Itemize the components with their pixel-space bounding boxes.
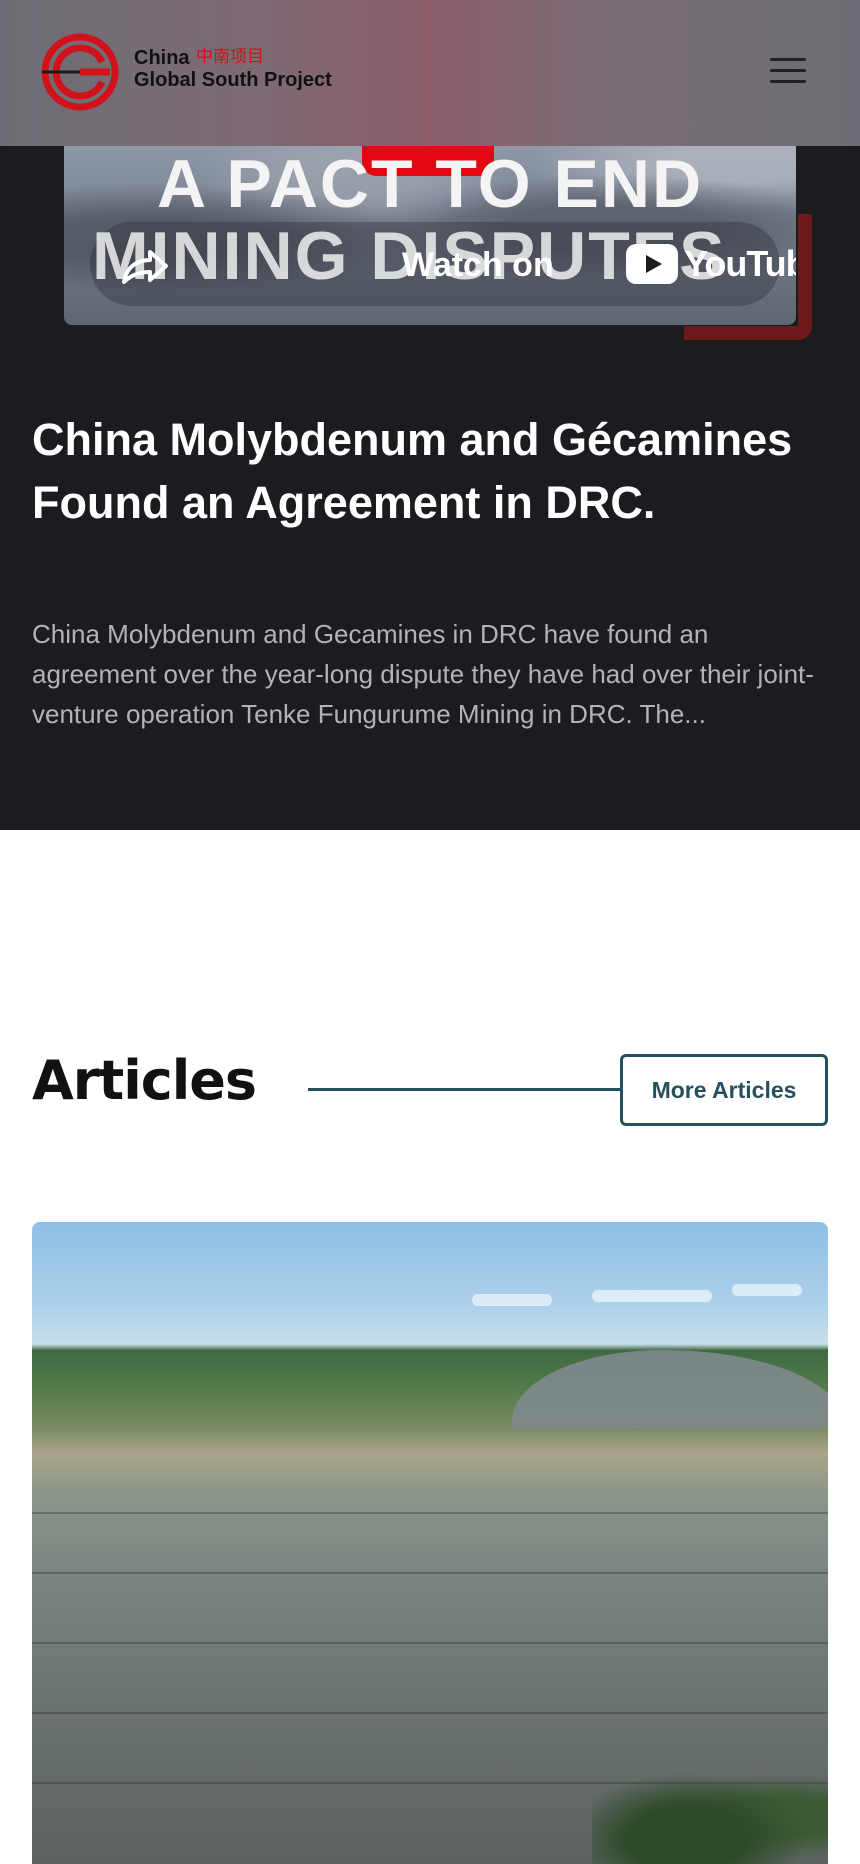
share-icon[interactable] bbox=[118, 246, 170, 286]
image-terrace bbox=[32, 1712, 828, 1714]
more-articles-button[interactable]: More Articles bbox=[620, 1054, 828, 1126]
image-cloud bbox=[732, 1284, 802, 1296]
video-title-line1: A PACT TO END bbox=[156, 146, 704, 222]
logo-text-china[interactable]: China bbox=[134, 48, 190, 68]
article-image[interactable] bbox=[32, 1222, 828, 1864]
decorative-red-frame bbox=[684, 214, 812, 340]
image-cloud bbox=[472, 1294, 552, 1306]
youtube-icon[interactable] bbox=[626, 244, 678, 284]
logo-text-global-south[interactable]: Global South Project bbox=[134, 70, 332, 90]
image-terrace bbox=[32, 1642, 828, 1644]
image-cloud bbox=[592, 1290, 712, 1302]
watch-on-label[interactable]: Watch on bbox=[402, 248, 554, 282]
heading-divider bbox=[308, 1088, 622, 1091]
logo-text-chinese[interactable]: 中南项目 bbox=[196, 48, 264, 67]
site-header: China 中南项目 Global South Project bbox=[0, 0, 860, 146]
logo-mark-icon[interactable] bbox=[40, 32, 120, 112]
image-shrub bbox=[592, 1762, 828, 1864]
menu-icon[interactable] bbox=[766, 54, 810, 88]
image-ridge bbox=[512, 1350, 828, 1428]
featured-article-title[interactable]: China Molybdenum and Gécamines Found an … bbox=[32, 408, 832, 534]
image-terrace bbox=[32, 1572, 828, 1574]
image-terrace bbox=[32, 1512, 828, 1514]
articles-heading: Articles bbox=[32, 1049, 257, 1112]
featured-article-summary: China Molybdenum and Gecamines in DRC ha… bbox=[32, 619, 814, 729]
